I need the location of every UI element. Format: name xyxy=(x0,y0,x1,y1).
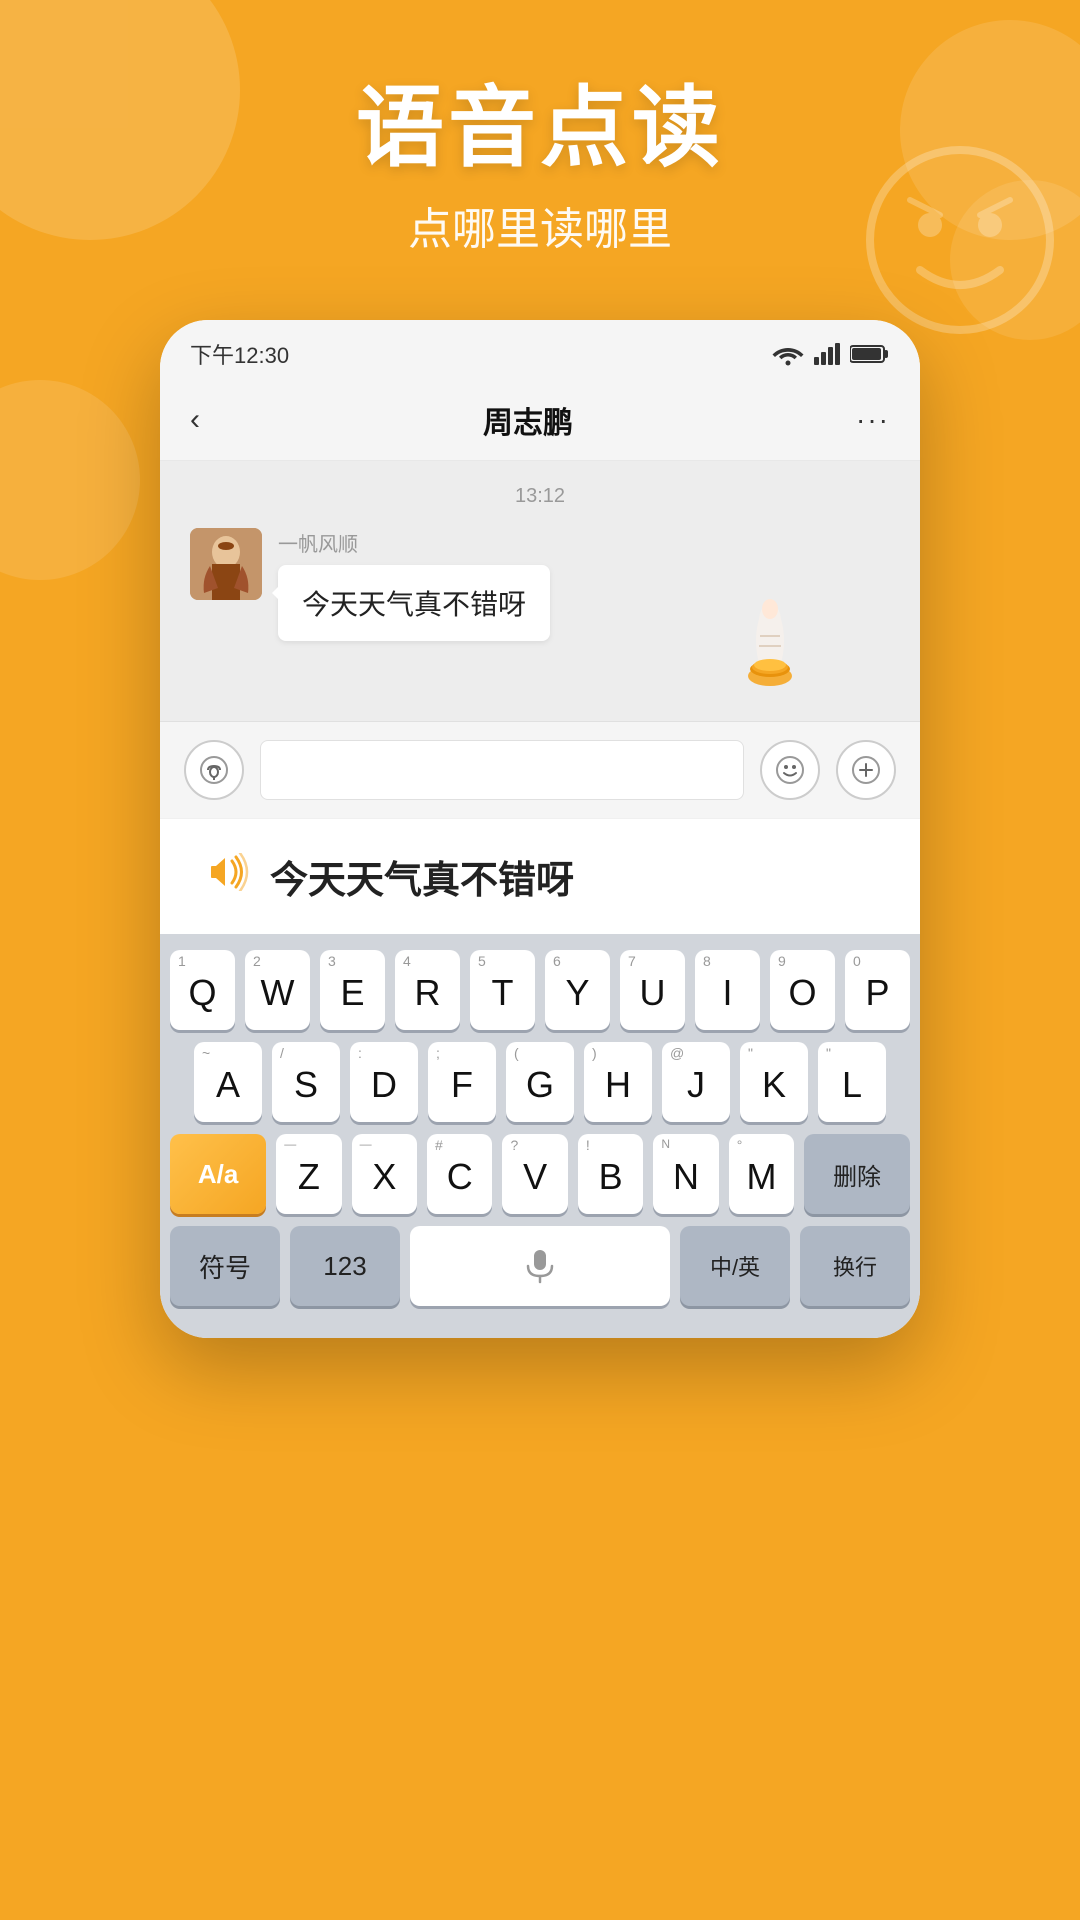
phone-mockup: 下午12:30 ‹ 周志鹏 · xyxy=(160,320,920,1338)
text-input[interactable] xyxy=(260,740,744,800)
bg-decoration-bl xyxy=(0,380,140,580)
num-button[interactable]: 123 xyxy=(290,1226,400,1306)
key-row-1: 1 Q 2 W 3 E 4 R 5 T 6 Y xyxy=(170,950,910,1030)
key-x[interactable]: — X xyxy=(352,1134,417,1214)
key-i[interactable]: 8 I xyxy=(695,950,760,1030)
avatar xyxy=(190,528,262,600)
chat-title: 周志鹏 xyxy=(483,398,573,442)
num-label: 123 xyxy=(323,1251,366,1282)
status-icons xyxy=(772,342,890,366)
hand-pointer xyxy=(720,581,820,701)
key-q[interactable]: 1 Q xyxy=(170,950,235,1030)
key-t[interactable]: 5 T xyxy=(470,950,535,1030)
key-v[interactable]: ? V xyxy=(502,1134,567,1214)
key-p[interactable]: 0 P xyxy=(845,950,910,1030)
key-row-3: A/a — Z — X # C ? V ! B N xyxy=(170,1134,910,1214)
main-title: 语音点读 xyxy=(0,80,1080,177)
chat-header: ‹ 周志鹏 ··· xyxy=(160,380,920,461)
add-button[interactable] xyxy=(836,740,896,800)
battery-icon xyxy=(850,343,890,365)
key-z[interactable]: — Z xyxy=(276,1134,341,1214)
message-content: 一帆风顺 今天天气真不错呀 xyxy=(278,528,550,641)
key-c[interactable]: # C xyxy=(427,1134,492,1214)
mic-icon xyxy=(522,1248,558,1284)
key-row-2: ~ A / S : D ; F ( G ) H xyxy=(170,1042,910,1122)
delete-button[interactable]: 删除 xyxy=(804,1134,910,1214)
delete-label: 删除 xyxy=(833,1157,881,1192)
symbol-button[interactable]: 符号 xyxy=(170,1226,280,1306)
lang-label: 中/英 xyxy=(710,1250,760,1282)
key-k[interactable]: " K xyxy=(740,1042,808,1122)
shift-button[interactable]: A/a xyxy=(170,1134,266,1214)
chat-area: 13:12 一帆风顺 今天天气真不错呀 xyxy=(160,461,920,721)
symbol-label: 符号 xyxy=(199,1248,251,1285)
key-u[interactable]: 7 U xyxy=(620,950,685,1030)
sender-name: 一帆风顺 xyxy=(278,528,550,557)
wifi-icon xyxy=(772,342,804,366)
emoji-button[interactable] xyxy=(760,740,820,800)
sub-title: 点哪里读哪里 xyxy=(0,193,1080,257)
key-f[interactable]: ; F xyxy=(428,1042,496,1122)
key-a[interactable]: ~ A xyxy=(194,1042,262,1122)
back-button[interactable]: ‹ xyxy=(190,403,200,437)
key-e[interactable]: 3 E xyxy=(320,950,385,1030)
key-m[interactable]: ° M xyxy=(729,1134,794,1214)
key-o[interactable]: 9 O xyxy=(770,950,835,1030)
key-y[interactable]: 6 Y xyxy=(545,950,610,1030)
space-button[interactable] xyxy=(410,1226,670,1306)
message-bubble[interactable]: 今天天气真不错呀 xyxy=(278,565,550,641)
status-bar: 下午12:30 xyxy=(160,320,920,380)
key-b[interactable]: ! B xyxy=(578,1134,643,1214)
key-j[interactable]: @ J xyxy=(662,1042,730,1122)
key-row-4: 符号 123 中/英 换行 xyxy=(170,1226,910,1306)
signal-icon xyxy=(814,343,840,365)
chat-timestamp: 13:12 xyxy=(190,485,890,508)
key-l[interactable]: " L xyxy=(818,1042,886,1122)
shift-label: A/a xyxy=(198,1159,238,1190)
more-button[interactable]: ··· xyxy=(856,404,890,436)
reading-popup: 今天天气真不错呀 xyxy=(160,818,920,934)
enter-label: 换行 xyxy=(833,1250,877,1282)
speaker-icon xyxy=(210,853,250,901)
key-n[interactable]: N N xyxy=(653,1134,718,1214)
lang-button[interactable]: 中/英 xyxy=(680,1226,790,1306)
key-g[interactable]: ( G xyxy=(506,1042,574,1122)
enter-button[interactable]: 换行 xyxy=(800,1226,910,1306)
key-h[interactable]: ) H xyxy=(584,1042,652,1122)
key-w[interactable]: 2 W xyxy=(245,950,310,1030)
key-r[interactable]: 4 R xyxy=(395,950,460,1030)
key-s[interactable]: / S xyxy=(272,1042,340,1122)
keyboard: 1 Q 2 W 3 E 4 R 5 T 6 Y xyxy=(160,934,920,1338)
status-time: 下午12:30 xyxy=(190,338,289,370)
reading-text: 今天天气真不错呀 xyxy=(270,849,574,904)
message-text: 今天天气真不错呀 xyxy=(302,589,526,620)
key-d[interactable]: : D xyxy=(350,1042,418,1122)
header-section: 语音点读 点哪里读哪里 xyxy=(0,0,1080,257)
input-bar xyxy=(160,721,920,818)
voice-button[interactable] xyxy=(184,740,244,800)
